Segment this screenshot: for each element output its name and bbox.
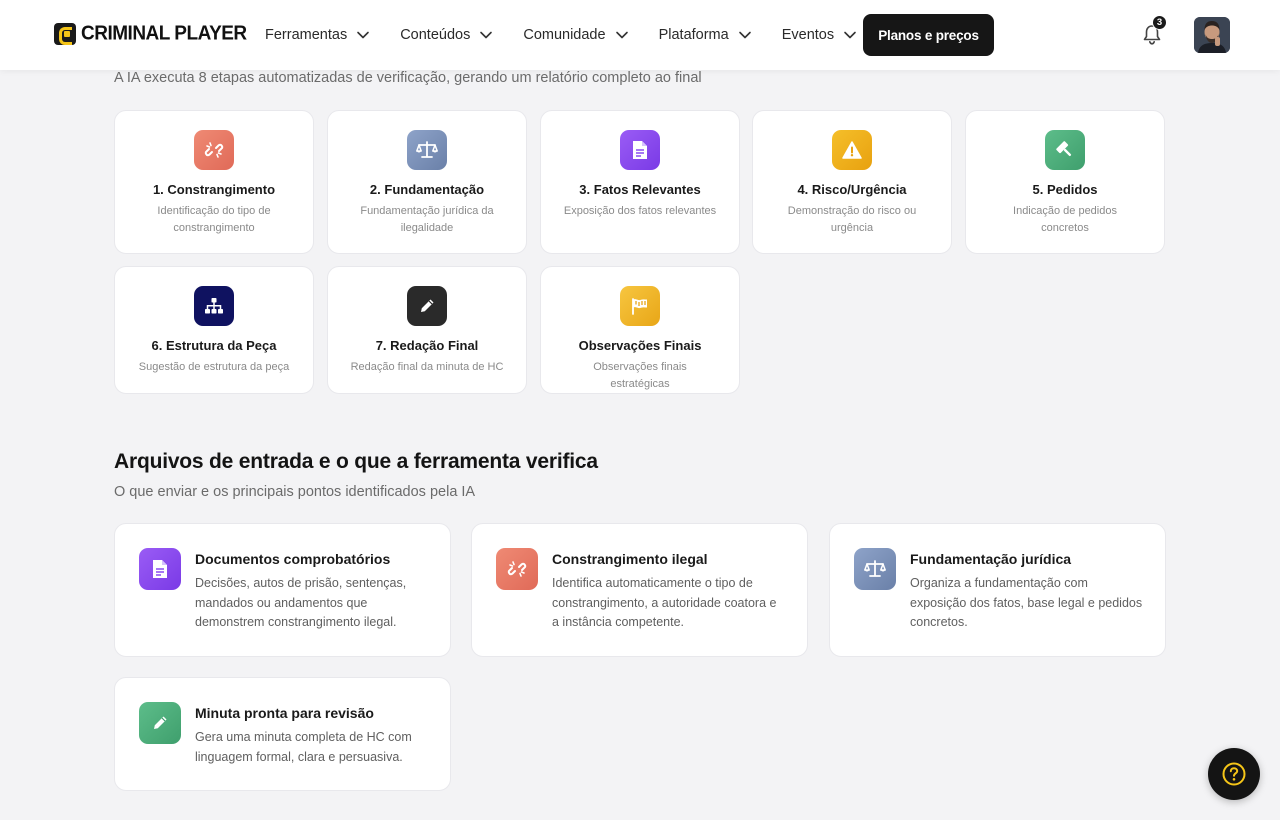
- feature-title: Constrangimento ilegal: [552, 551, 708, 567]
- step-description: Indicação de pedidos concretos: [1013, 205, 1117, 234]
- step-description: Demonstração do risco ou urgência: [787, 205, 917, 234]
- step-card-pedidos: 5. Pedidos Indicação de pedidos concreto…: [965, 110, 1165, 254]
- chevron-down-icon: [738, 31, 751, 39]
- feature-description: Decisões, autos de prisão, sentenças, ma…: [195, 576, 407, 629]
- feature-card-fundamentacao: Fundamentação jurídica Organiza a fundam…: [829, 523, 1166, 657]
- step-description: Identificação do tipo de constrangimento: [157, 205, 271, 234]
- nav-item-label: Eventos: [781, 27, 835, 43]
- step-description: Observações finais estratégicas: [593, 361, 687, 390]
- step-title: 7. Redação Final: [375, 338, 479, 353]
- feature-title: Documentos comprobatórios: [195, 551, 391, 567]
- pencil-icon: [407, 286, 447, 326]
- feature-description: Gera uma minuta completa de HC com lingu…: [195, 730, 412, 764]
- document-icon: [139, 548, 181, 590]
- scales-icon: [854, 548, 896, 590]
- step-card-constrangimento: 1. Constrangimento Identificação do tipo…: [114, 110, 314, 254]
- step-description: Redação final da minuta de HC: [350, 361, 504, 373]
- top-navigation-bar: CRIMINAL PLAYER Ferramentas Conteúdos Co…: [0, 0, 1280, 70]
- nav-item-comunidade[interactable]: Comunidade: [523, 27, 628, 43]
- steps-subtitle: A IA executa 8 etapas automatizadas de v…: [114, 70, 702, 86]
- step-title: 2. Fundamentação: [369, 182, 485, 197]
- broken-link-icon: [194, 130, 234, 170]
- step-card-fundamentacao: 2. Fundamentação Fundamentação jurídica …: [327, 110, 527, 254]
- gavel-icon: [1045, 130, 1085, 170]
- sitemap-icon: [194, 286, 234, 326]
- feature-description: Identifica automaticamente o tipo de con…: [552, 576, 777, 629]
- step-title: 1. Constrangimento: [152, 182, 276, 197]
- feature-card-minuta: Minuta pronta para revisão Gera uma minu…: [114, 677, 451, 791]
- nav-item-plataforma[interactable]: Plataforma: [659, 27, 752, 43]
- scales-icon: [407, 130, 447, 170]
- help-icon: [1222, 762, 1246, 786]
- logo-mark-icon: [54, 23, 76, 45]
- feature-title: Fundamentação jurídica: [910, 551, 1072, 567]
- feature-card-documentos: Documentos comprobatórios Decisões, auto…: [114, 523, 451, 657]
- feature-card-constrangimento: Constrangimento ilegal Identifica automa…: [471, 523, 808, 657]
- nav-item-label: Conteúdos: [400, 27, 471, 43]
- chevron-down-icon: [615, 31, 628, 39]
- step-description: Sugestão de estrutura da peça: [138, 361, 290, 373]
- step-title: 3. Fatos Relevantes: [579, 182, 701, 197]
- nav-item-label: Ferramentas: [265, 27, 348, 43]
- avatar-image: [1194, 17, 1230, 53]
- feature-description: Organiza a fundamentação com exposição d…: [910, 576, 1143, 629]
- plans-pricing-button[interactable]: Planos e preços: [863, 14, 994, 56]
- user-avatar[interactable]: [1194, 17, 1230, 53]
- step-title: 5. Pedidos: [1032, 182, 1098, 197]
- nav-item-eventos[interactable]: Eventos: [782, 27, 857, 43]
- main-nav: Ferramentas Conteúdos Comunidade Platafo…: [265, 0, 887, 70]
- step-card-risco-urgencia: 4. Risco/Urgência Demonstração do risco …: [752, 110, 952, 254]
- nav-item-conteudos[interactable]: Conteúdos: [400, 27, 493, 43]
- feature-title: Minuta pronta para revisão: [195, 705, 374, 721]
- help-button[interactable]: [1208, 748, 1260, 800]
- chevron-down-icon: [357, 31, 370, 39]
- warning-icon: [832, 130, 872, 170]
- document-icon: [620, 130, 660, 170]
- step-description: Exposição dos fatos relevantes: [563, 205, 717, 217]
- step-card-fatos-relevantes: 3. Fatos Relevantes Exposição dos fatos …: [540, 110, 740, 254]
- logo-text: CRIMINAL PLAYER: [81, 22, 247, 45]
- notification-count-badge: 3: [1152, 15, 1167, 30]
- step-title: 6. Estrutura da Peça: [151, 338, 277, 353]
- nav-item-label: Plataforma: [658, 27, 729, 43]
- nav-item-label: Comunidade: [523, 27, 606, 43]
- step-card-redacao-final: 7. Redação Final Redação final da minuta…: [327, 266, 527, 394]
- step-description: Fundamentação jurídica da ilegalidade: [360, 205, 494, 234]
- step-title: Observações Finais: [578, 338, 702, 353]
- brand-logo[interactable]: CRIMINAL PLAYER: [54, 22, 247, 45]
- step-card-estrutura-peca: 6. Estrutura da Peça Sugestão de estrutu…: [114, 266, 314, 394]
- pencil-icon: [139, 702, 181, 744]
- step-title: 4. Risco/Urgência: [797, 182, 907, 197]
- broken-link-icon: [496, 548, 538, 590]
- step-card-observacoes-finais: Observações Finais Observações finais es…: [540, 266, 740, 394]
- section-subtitle: O que enviar e os principais pontos iden…: [114, 484, 476, 500]
- flag-icon: [620, 286, 660, 326]
- chevron-down-icon: [844, 31, 856, 39]
- chevron-down-icon: [480, 31, 493, 39]
- nav-item-ferramentas[interactable]: Ferramentas: [265, 27, 370, 43]
- section-title: Arquivos de entrada e o que a ferramenta…: [114, 450, 598, 473]
